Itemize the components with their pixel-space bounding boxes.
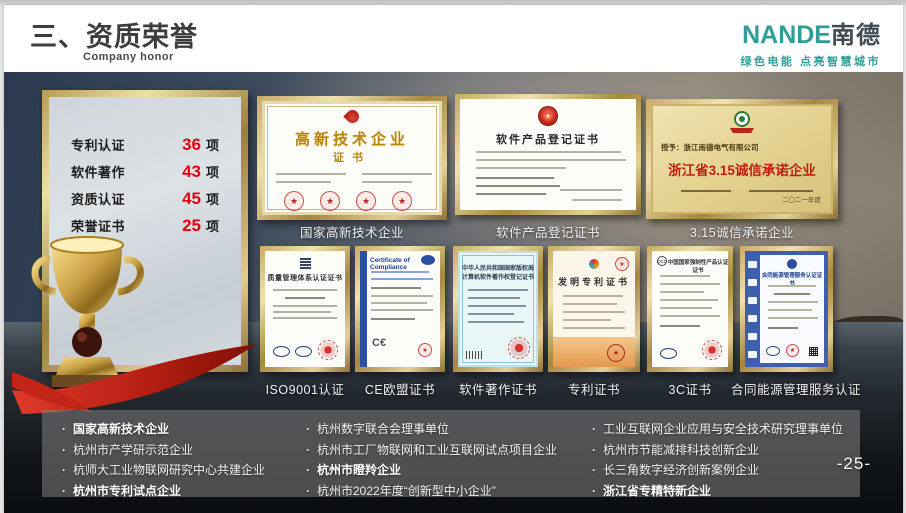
red-seal-icon: ★ [418, 343, 432, 357]
certificate-title: 浙江省3.15诚信承诺企业 [651, 159, 833, 179]
stat-value: 36 [182, 135, 201, 155]
honor-item: 杭州市瞪羚企业 [304, 460, 586, 481]
stat-row-software: 软件著作 43 项 [49, 162, 241, 189]
slide-header: 三、资质荣誉 Company honor NANDE南德 绿色电能 点亮智慧城市 [4, 5, 903, 72]
stat-value: 43 [182, 162, 201, 182]
barcode-icon [466, 351, 482, 359]
certificate-iso9001: 质量管理体系认证证书 [260, 246, 350, 372]
cqc-badge-icon [660, 348, 677, 359]
certificate-patent: ★ 发明专利证书 ★ [548, 246, 640, 372]
honor-item: 杭州市产学研示范企业 [60, 440, 300, 461]
honor-item: 杭州数字联合会理事单位 [304, 419, 586, 440]
certificate-ce: Certificate of Compliance C€ ★ [355, 246, 445, 372]
honors-column-3: 工业互联网企业应用与安全技术研究理事单位 杭州市节能减排科技创新企业 长三角数字… [590, 419, 856, 501]
certificate-caption: ISO9001认证 [256, 379, 354, 398]
stat-row-patents: 专利认证 36 项 [49, 135, 241, 162]
certificate-high-tech: 高新技术企业 证书 ★ ★ ★ ★ [257, 96, 447, 220]
honors-column-1: 国家高新技术企业 杭州市产学研示范企业 杭师大工业物联网研究中心共建企业 杭州市… [60, 419, 300, 501]
certificate-caption: 国家高新技术企业 [264, 222, 440, 241]
red-seal-icon [702, 340, 722, 360]
honor-item: 杭师大工业物联网研究中心共建企业 [60, 460, 300, 481]
honor-item: 浙江省专精特新企业 [590, 481, 856, 502]
certificate-caption: CE欧盟证书 [354, 379, 446, 398]
presentation-slide: 三、资质荣誉 Company honor NANDE南德 绿色电能 点亮智慧城市… [4, 5, 903, 513]
red-seal-icon [318, 340, 338, 360]
ce-side-band [360, 251, 367, 367]
certificate-title: 软件产品登记证书 [460, 131, 636, 147]
ribbon-badge-icon [730, 128, 754, 133]
honors-column-2: 杭州数字联合会理事单位 杭州市工厂物联网和工业互联网试点项目企业 杭州市瞪羚企业… [304, 419, 586, 501]
accreditation-badge-icon [766, 346, 780, 356]
cec-logo-column [745, 251, 760, 367]
honor-item: 杭州市专利试点企业 [60, 481, 300, 502]
red-seal-icon: ★ [356, 191, 376, 211]
honor-item: 国家高新技术企业 [60, 419, 300, 440]
red-seal-icon: ★ [615, 257, 629, 271]
logo-tagline: 绿色电能 点亮智慧城市 [740, 53, 881, 69]
flame-icon [343, 107, 361, 125]
certificate-caption: 软件产品登记证书 [460, 222, 636, 241]
qr-code-icon [809, 347, 818, 356]
trophy-image [12, 232, 262, 417]
certificate-caption: 合同能源管理服务认证 [726, 379, 866, 398]
red-seal-icon: ★ [284, 191, 304, 211]
red-seal-icon: ★ [392, 191, 412, 211]
honors-panel: 国家高新技术企业 杭州市产学研示范企业 杭师大工业物联网研究中心共建企业 杭州市… [42, 410, 860, 497]
ce-mark-icon: C€ [372, 337, 386, 349]
certificate-caption: 3.15诚信承诺企业 [652, 222, 832, 241]
page-subtitle: Company honor [83, 51, 174, 63]
association-logo-icon [734, 111, 750, 127]
red-seal-icon [508, 337, 530, 359]
patent-office-logo-icon [589, 259, 599, 269]
page-title: 三、资质荣誉 [30, 15, 198, 54]
logo-en-text: NANDE [742, 21, 831, 49]
honor-item: 杭州市节能减排科技创新企业 [590, 440, 856, 461]
iaf-badge-icon [273, 346, 290, 357]
certificate-software-product: ★ 软件产品登记证书 [455, 94, 641, 215]
certifier-logo-icon [787, 259, 797, 269]
cnas-badge-icon [295, 346, 312, 357]
page-number: -25- [837, 454, 871, 474]
certificate-energy-management: 合同能源管理服务认证证书 ★ [740, 246, 833, 372]
red-seal-icon: ★ [320, 191, 340, 211]
certificate-3c: CCC 中国国家强制性产品认证证书 [647, 246, 733, 372]
red-seal-icon: ★ [607, 344, 625, 362]
certificate-title: 高新技术企业 [262, 128, 442, 149]
honor-item: 杭州市2022年度“创新型中小企业” [304, 481, 586, 502]
honor-item: 长三角数字经济创新案例企业 [590, 460, 856, 481]
honor-item: 工业互联网企业应用与安全技术研究理事单位 [590, 419, 856, 440]
logo-cn-text: 南德 [831, 22, 881, 49]
stat-row-qualifications: 资质认证 45 项 [49, 189, 241, 216]
certificate-315-integrity: 授予：浙江南德电气有限公司 浙江省3.15诚信承诺企业 二〇二一年度 [646, 99, 838, 219]
certificate-software-copyright: 中华人民共和国国家版权局 计算机软件著作权登记证书 [453, 246, 543, 372]
company-logo: NANDE南德 绿色电能 点亮智慧城市 [740, 15, 881, 69]
certificate-caption: 专利证书 [550, 379, 638, 398]
background-photo: 专利认证 36 项 软件著作 43 项 资质认证 45 项 [4, 72, 903, 513]
certificate-caption: 3C证书 [649, 379, 731, 398]
stats-list: 专利认证 36 项 软件著作 43 项 资质认证 45 项 [49, 97, 241, 243]
stat-value: 45 [182, 189, 201, 209]
red-seal-icon: ★ [786, 344, 799, 357]
certificate-caption: 软件著作证书 [451, 379, 545, 398]
honor-item: 杭州市工厂物联网和工业互联网试点项目企业 [304, 440, 586, 461]
iso-logo-icon [300, 258, 311, 269]
national-emblem-icon: ★ [539, 107, 557, 125]
